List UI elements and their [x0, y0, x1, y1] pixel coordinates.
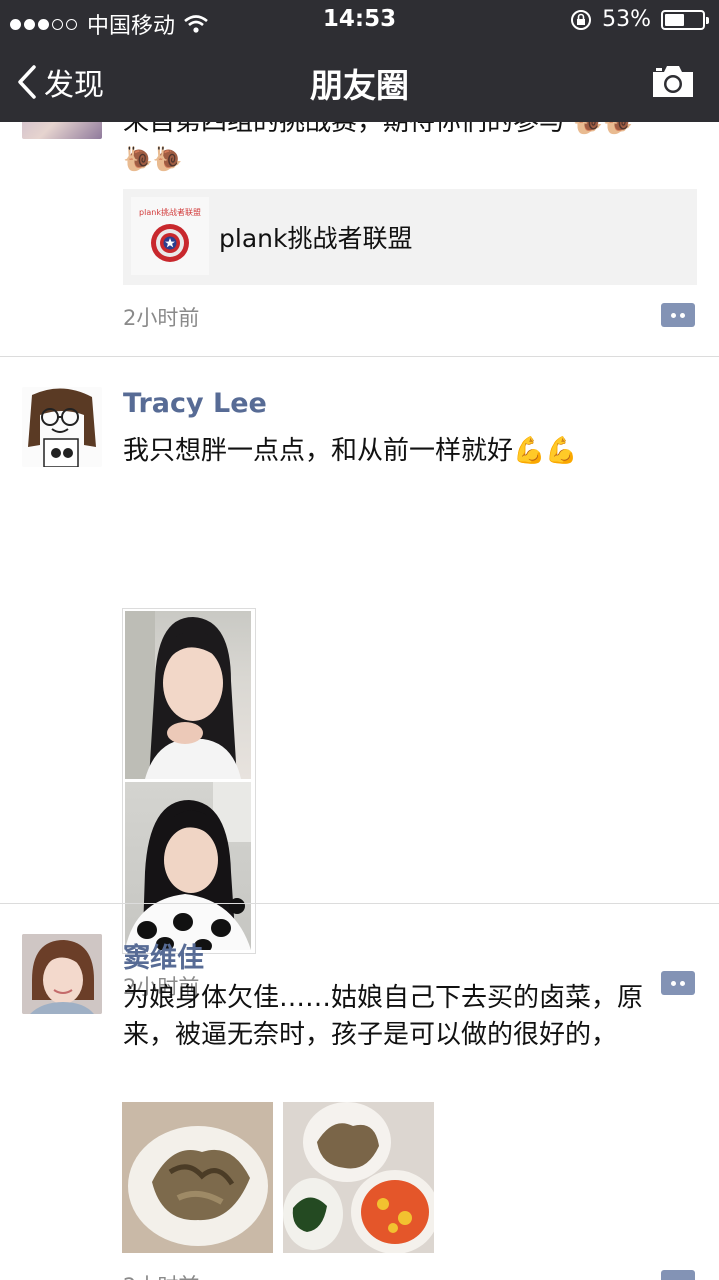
post-text: 为娘身体欠佳……姑娘自己下去买的卤菜，原来，被逼无奈时，孩子是可以做的很好的， [123, 983, 644, 1050]
selfie-illustration [125, 611, 241, 779]
camera-icon [653, 66, 693, 97]
post-time: 2小时前 [123, 1270, 199, 1280]
food-illustration [283, 1102, 434, 1253]
link-thumbnail: plank挑战者联盟 [131, 197, 209, 275]
emoji-icon: 🐌🐌 [123, 145, 183, 173]
avatar[interactable] [22, 122, 102, 139]
user-name-link[interactable]: Tracy Lee [123, 388, 267, 419]
post-1: 来自第四组的挑战赛，期待你们的参与 🐌🐌 🐌🐌 plank挑战者联盟 plank… [0, 122, 719, 356]
post-2: Tracy Lee 我只想胖一点点，和从前一样就好💪💪 2小时前 [0, 357, 719, 999]
status-right: 53% [570, 7, 709, 32]
shield-icon [151, 224, 189, 262]
thumb-caption: plank挑战者联盟 [139, 208, 201, 217]
nav-bar: 发现 朋友圈 [0, 40, 719, 122]
avatar[interactable] [22, 387, 102, 467]
cartoon-avatar-image [22, 387, 102, 467]
battery-percent: 53% [602, 7, 651, 32]
camera-button[interactable] [651, 63, 695, 103]
user-name-link[interactable]: 窦维佳 [123, 936, 204, 975]
avatar[interactable] [22, 934, 102, 1014]
selfie-photo[interactable] [125, 611, 251, 779]
comment-button[interactable] [661, 303, 695, 327]
battery-icon [661, 9, 709, 30]
food-photo[interactable] [283, 1102, 434, 1253]
food-photo[interactable] [122, 1102, 273, 1253]
user-photo-avatar [22, 934, 102, 1014]
page-title: 朋友圈 [310, 66, 409, 105]
emoji-icon: 🐌🐌 [573, 122, 634, 136]
post-text: 我只想胖一点点，和从前一样就好💪💪 [123, 436, 578, 466]
link-card[interactable]: plank挑战者联盟 plank挑战者联盟 [123, 189, 697, 285]
status-bar: 中国移动 14:53 53% [0, 0, 719, 40]
post-3: 窦维佳 为娘身体欠佳……姑娘自己下去买的卤菜，原来，被逼无奈时，孩子是可以做的很… [0, 904, 719, 1280]
post-text: 来自第四组的挑战赛，期待你们的参与 🐌🐌 🐌🐌 [123, 122, 683, 178]
food-illustration [122, 1102, 273, 1253]
comment-button[interactable] [661, 1270, 695, 1280]
lock-rotation-icon [571, 9, 592, 30]
post-time: 2小时前 [123, 306, 200, 330]
link-title: plank挑战者联盟 [219, 224, 413, 253]
comment-icon [671, 312, 676, 318]
